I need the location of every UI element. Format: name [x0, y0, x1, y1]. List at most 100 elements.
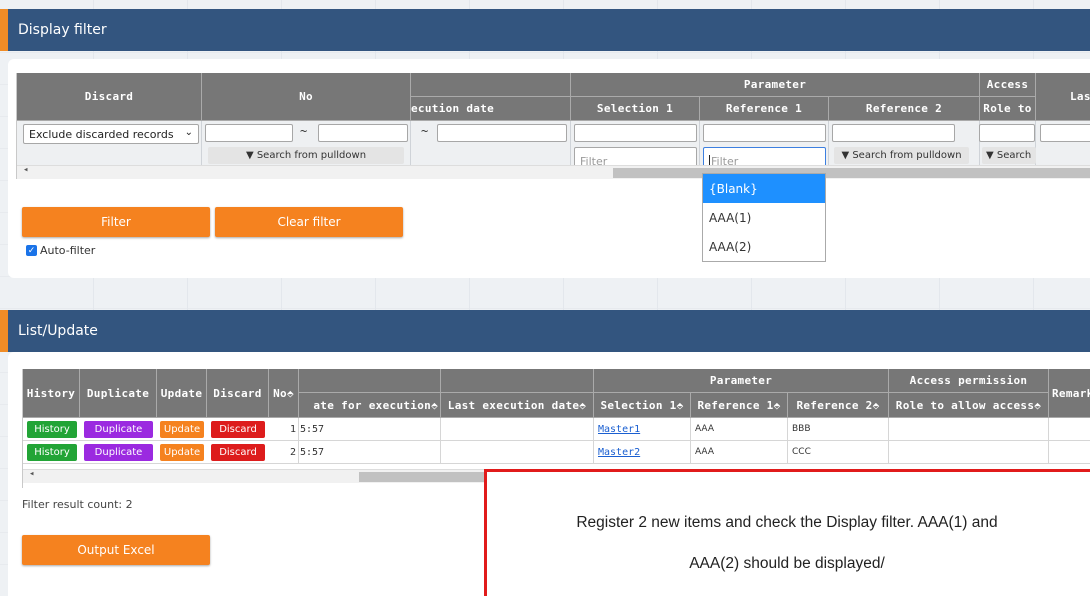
lth-selection1[interactable]: Selection 1 ⬘: [594, 393, 691, 418]
sort-icon[interactable]: ⬘: [287, 387, 294, 400]
discard-button[interactable]: Discard: [211, 421, 265, 438]
display-filter-header: Display filter: [0, 9, 1090, 51]
no-to-input[interactable]: [318, 124, 408, 142]
reference2-search-pulldown-button[interactable]: ▼ Search from pulldown: [834, 147, 969, 164]
update-button[interactable]: Update: [160, 421, 204, 438]
lth-last-exec-label: Last execution date: [447, 398, 580, 412]
auto-filter-label: Auto-filter: [40, 244, 96, 257]
lth-last-exec[interactable]: Last execution date ⬘: [441, 393, 594, 418]
cell-last-exec: [441, 418, 594, 441]
filter-button[interactable]: Filter: [22, 207, 210, 237]
selection1-link[interactable]: Master1: [598, 424, 640, 435]
cell-selection1: Master2: [594, 441, 691, 464]
auto-filter-row: ✓ Auto-filter: [26, 244, 95, 257]
discard-select-value: Exclude discarded records: [29, 127, 174, 141]
cell-remarks: [1049, 418, 1090, 441]
discard-select[interactable]: Exclude discarded records ⌄: [23, 124, 199, 144]
role-input[interactable]: [979, 124, 1035, 142]
th-reference1: Reference 1: [700, 97, 829, 121]
lth-reference2-label: Reference 2: [796, 398, 873, 412]
scroll-left-arrow-icon[interactable]: ◂: [29, 469, 34, 479]
lth-parameter: Parameter: [594, 369, 889, 393]
output-excel-button[interactable]: Output Excel: [22, 535, 210, 565]
dropdown-option-aaa2[interactable]: AAA(2): [703, 232, 825, 261]
sort-icon[interactable]: ⬘: [579, 399, 586, 412]
sort-icon[interactable]: ⬘: [431, 399, 438, 412]
th-last: Las: [1036, 73, 1090, 121]
lth-update: Update: [157, 369, 207, 418]
selection1-link[interactable]: Master2: [598, 447, 640, 458]
lth-discard: Discard: [207, 369, 269, 418]
clear-filter-button[interactable]: Clear filter: [215, 207, 403, 237]
duplicate-button[interactable]: Duplicate: [84, 444, 153, 461]
sort-icon[interactable]: ⬘: [873, 399, 880, 412]
section-accent-bar: [0, 9, 8, 51]
filter-table-scrollbar[interactable]: ◂: [17, 165, 1090, 179]
discard-button[interactable]: Discard: [211, 444, 265, 461]
lth-no: No ⬘: [269, 369, 299, 418]
cell-reference2: CCC: [788, 441, 889, 464]
no-search-pulldown-button[interactable]: ▼ Search from pulldown: [208, 147, 404, 164]
lth-access-permission: Access permission: [889, 369, 1049, 393]
reference2-input[interactable]: [832, 124, 955, 142]
auto-filter-checkbox[interactable]: ✓: [26, 245, 37, 256]
lth-duplicate: Duplicate: [80, 369, 157, 418]
filter-table: Discard No ecution date Parameter Select…: [16, 73, 1090, 179]
annotation-callout: Register 2 new items and check the Displ…: [484, 469, 1090, 596]
cell-selection1: Master1: [594, 418, 691, 441]
lth-blank: [299, 369, 441, 393]
update-button[interactable]: Update: [160, 444, 204, 461]
cell-last-exec: [441, 441, 594, 464]
filter-result-count: Filter result count: 2: [22, 498, 133, 511]
cell-role: [889, 418, 1049, 441]
list-update-header: List/Update: [0, 310, 1090, 352]
last-input[interactable]: [1040, 124, 1090, 142]
th-access: Access: [980, 73, 1036, 97]
lth-blank2: [441, 369, 594, 393]
th-parameter: Parameter: [571, 73, 980, 97]
lth-date-exec-label: ate for execution: [313, 398, 432, 412]
no-from-input[interactable]: [205, 124, 293, 142]
cell-time: 5:57: [299, 441, 441, 464]
sort-icon[interactable]: ⬘: [677, 399, 684, 412]
th-exec-date: ecution date: [411, 97, 571, 121]
display-filter-title: Display filter: [18, 22, 107, 38]
sort-icon[interactable]: ⬘: [1034, 399, 1041, 412]
role-search-pulldown-button[interactable]: ▼ Search: [982, 147, 1036, 164]
history-button[interactable]: History: [27, 444, 77, 461]
reference1-input[interactable]: [703, 124, 826, 142]
dropdown-option-blank[interactable]: {Blank}: [703, 174, 825, 203]
th-discard: Discard: [17, 73, 202, 121]
lth-reference2[interactable]: Reference 2 ⬘: [788, 393, 889, 418]
lth-reference1[interactable]: Reference 1 ⬘: [691, 393, 788, 418]
cell-reference1: AAA: [691, 441, 788, 464]
lth-role-allow[interactable]: Role to allow access ⬘: [889, 393, 1049, 418]
filter-scroll-thumb[interactable]: [613, 168, 1090, 178]
callout-line-1: Register 2 new items and check the Displ…: [576, 514, 998, 531]
selection1-input[interactable]: [574, 124, 697, 142]
cell-remarks: [1049, 441, 1090, 464]
lth-history: History: [23, 369, 80, 418]
section-accent-bar: [0, 310, 8, 352]
lth-role-allow-label: Role to allow access: [895, 398, 1035, 412]
sort-icon[interactable]: ⬘: [774, 399, 781, 412]
cell-reference1: AAA: [691, 418, 788, 441]
cell-no: 1: [269, 418, 299, 441]
exec-range-tilde: ~: [421, 124, 429, 138]
exec-date-to-input[interactable]: [437, 124, 567, 142]
cell-no: 2: [269, 441, 299, 464]
cell-time: 5:57: [299, 418, 441, 441]
scroll-left-arrow-icon[interactable]: ◂: [23, 165, 28, 175]
th-role-to: Role to: [980, 97, 1036, 121]
lth-date-exec[interactable]: ate for execution ⬘: [299, 393, 441, 418]
cell-reference2: BBB: [788, 418, 889, 441]
dropdown-option-aaa1[interactable]: AAA(1): [703, 203, 825, 232]
th-blank: [411, 73, 571, 97]
callout-line-2: AAA(2) should be displayed/: [689, 555, 885, 572]
history-button[interactable]: History: [27, 421, 77, 438]
cell-role: [889, 441, 1049, 464]
duplicate-button[interactable]: Duplicate: [84, 421, 153, 438]
reference1-dropdown-list: {Blank} AAA(1) AAA(2): [702, 173, 826, 262]
th-reference2: Reference 2: [829, 97, 980, 121]
no-range-tilde: ~: [300, 124, 308, 138]
